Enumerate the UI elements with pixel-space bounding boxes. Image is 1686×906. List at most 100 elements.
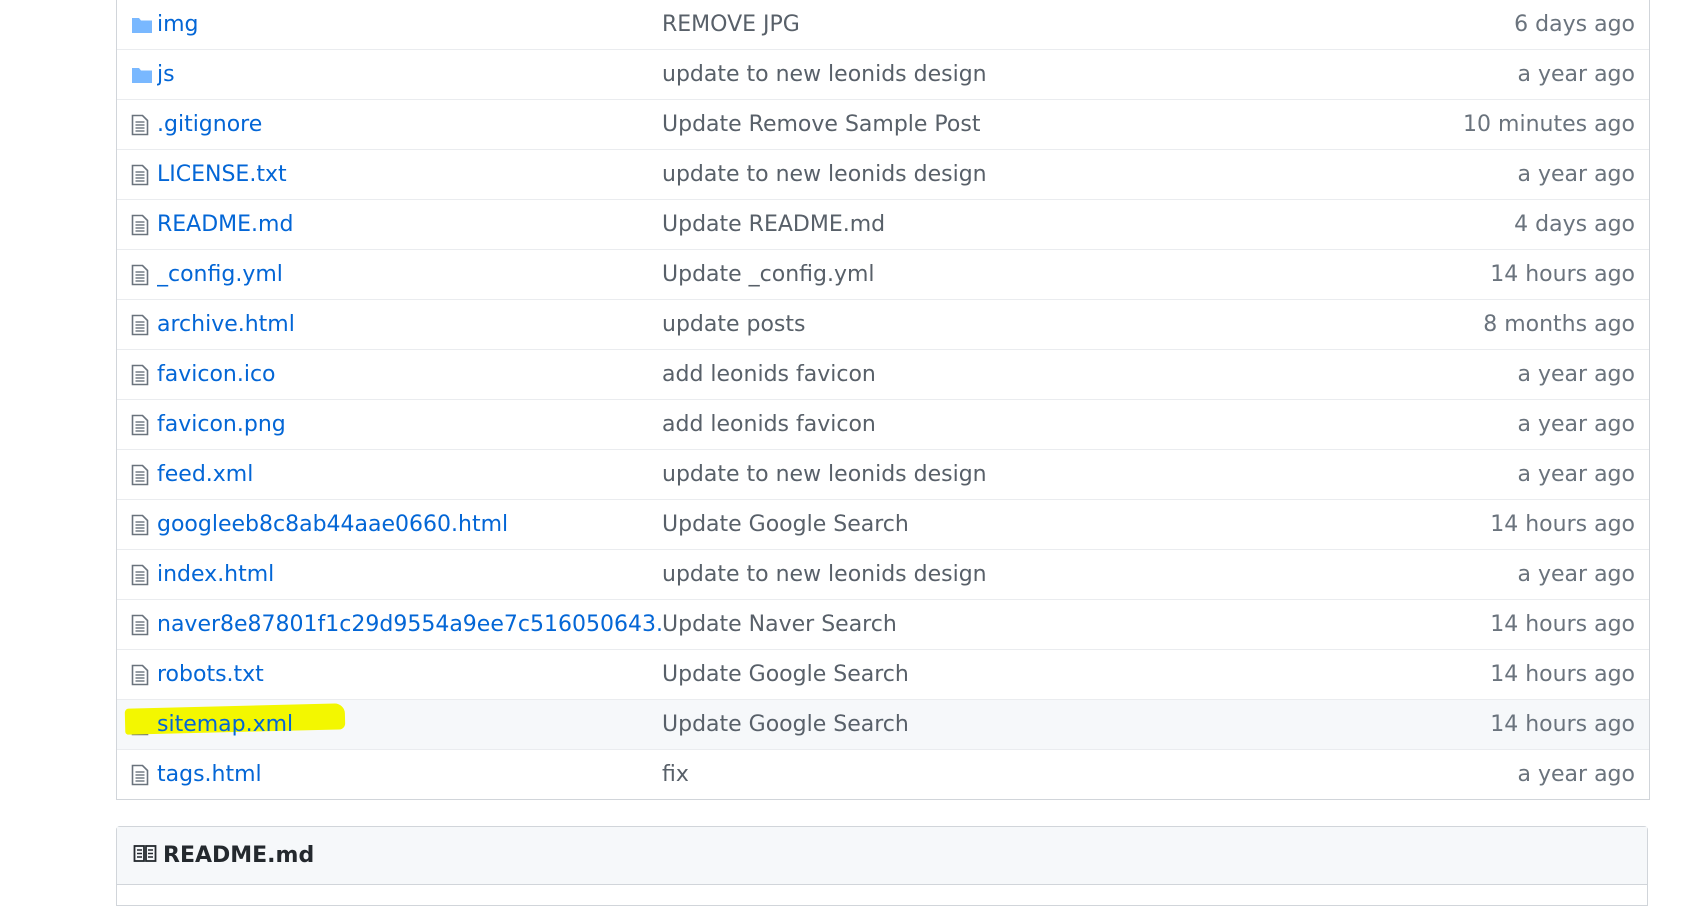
file-name-cell: _config.yml	[157, 262, 662, 287]
file-icon	[117, 500, 157, 549]
commit-age: 14 hours ago	[1490, 712, 1635, 737]
commit-age: 4 days ago	[1514, 212, 1635, 237]
commit-message-cell: update to new leonids design	[662, 62, 1362, 87]
commit-message-link[interactable]: fix	[662, 762, 689, 787]
file-icon	[117, 650, 157, 699]
commit-message-link[interactable]: Update Google Search	[662, 712, 909, 737]
commit-message-cell: fix	[662, 762, 1362, 787]
file-name-link[interactable]: _config.yml	[157, 262, 283, 287]
commit-message-link[interactable]: Update Naver Search	[662, 612, 897, 637]
file-row[interactable]: naver8e87801f1c29d9554a9ee7c516050643.ht…	[117, 599, 1649, 649]
file-name-link[interactable]: .gitignore	[157, 112, 262, 137]
file-name-cell: favicon.ico	[157, 362, 662, 387]
file-name-link[interactable]: LICENSE.txt	[157, 162, 287, 187]
commit-message-cell: Update _config.yml	[662, 262, 1362, 287]
file-row[interactable]: index.html update to new leonids design a …	[117, 549, 1649, 599]
commit-age: a year ago	[1517, 412, 1635, 437]
file-name-cell: robots.txt	[157, 662, 662, 687]
book-icon	[133, 844, 163, 868]
commit-message-link[interactable]: add leonids favicon	[662, 412, 876, 437]
readme-header: README.md	[117, 827, 1647, 885]
file-name-link[interactable]: naver8e87801f1c29d9554a9ee7c516050643.ht…	[157, 612, 662, 637]
file-name-cell: feed.xml	[157, 462, 662, 487]
commit-message-link[interactable]: Update _config.yml	[662, 262, 875, 287]
file-row[interactable]: favicon.png add leonids favicon a year ago	[117, 399, 1649, 449]
commit-message-cell: add leonids favicon	[662, 412, 1362, 437]
file-icon	[117, 600, 157, 649]
file-icon	[117, 550, 157, 599]
file-row[interactable]: LICENSE.txt update to new leonids design a…	[117, 149, 1649, 199]
file-row[interactable]: sitemap.xml Update Google Search 14 hours …	[117, 699, 1649, 749]
commit-age: a year ago	[1517, 562, 1635, 587]
file-name-link[interactable]: archive.html	[157, 312, 295, 337]
commit-age: 14 hours ago	[1490, 662, 1635, 687]
folder-icon	[117, 0, 157, 49]
file-name-link[interactable]: googleeb8c8ab44aae0660.html	[157, 512, 508, 537]
file-name-link[interactable]: favicon.png	[157, 412, 286, 437]
commit-message-link[interactable]: update to new leonids design	[662, 62, 987, 87]
file-icon	[117, 400, 157, 449]
file-name-link[interactable]: js	[157, 62, 175, 87]
commit-age: a year ago	[1517, 762, 1635, 787]
file-name-cell: favicon.png	[157, 412, 662, 437]
readme-panel: README.md	[116, 826, 1648, 906]
commit-message-link[interactable]: update to new leonids design	[662, 462, 987, 487]
file-row[interactable]: img REMOVE JPG 6 days ago	[117, 0, 1649, 49]
commit-message-cell: update to new leonids design	[662, 462, 1362, 487]
file-row[interactable]: googleeb8c8ab44aae0660.html Update Google…	[117, 499, 1649, 549]
commit-age: 8 months ago	[1483, 312, 1635, 337]
file-name-cell: README.md	[157, 212, 662, 237]
file-name-link[interactable]: tags.html	[157, 762, 262, 787]
file-name-link[interactable]: README.md	[157, 212, 293, 237]
commit-message-link[interactable]: Update Google Search	[662, 512, 909, 537]
file-icon	[117, 450, 157, 499]
file-name-link[interactable]: feed.xml	[157, 462, 253, 487]
file-name-cell: archive.html	[157, 312, 662, 337]
commit-message-link[interactable]: Update Remove Sample Post	[662, 112, 980, 137]
file-name-link[interactable]: favicon.ico	[157, 362, 276, 387]
file-name-link[interactable]: sitemap.xml	[157, 712, 293, 737]
file-icon	[117, 200, 157, 249]
commit-message-cell: Update Google Search	[662, 662, 1362, 687]
commit-age: a year ago	[1517, 362, 1635, 387]
commit-age: a year ago	[1517, 162, 1635, 187]
file-name-cell: tags.html	[157, 762, 662, 787]
file-icon	[117, 350, 157, 399]
file-name-cell: sitemap.xml	[157, 712, 662, 737]
commit-message-link[interactable]: Update Google Search	[662, 662, 909, 687]
commit-age: a year ago	[1517, 62, 1635, 87]
commit-message-link[interactable]: update posts	[662, 312, 805, 337]
file-icon	[117, 750, 157, 799]
commit-age: 14 hours ago	[1490, 262, 1635, 287]
commit-message-link[interactable]: update to new leonids design	[662, 162, 987, 187]
file-icon	[117, 100, 157, 149]
file-row[interactable]: js update to new leonids design a year ago	[117, 49, 1649, 99]
folder-icon	[117, 50, 157, 99]
file-name-cell: LICENSE.txt	[157, 162, 662, 187]
file-row[interactable]: favicon.ico add leonids favicon a year ago	[117, 349, 1649, 399]
file-row[interactable]: robots.txt Update Google Search 14 hours a…	[117, 649, 1649, 699]
readme-title[interactable]: README.md	[163, 843, 314, 868]
file-row[interactable]: README.md Update README.md 4 days ago	[117, 199, 1649, 249]
file-icon	[117, 250, 157, 299]
file-row[interactable]: feed.xml update to new leonids design a ye…	[117, 449, 1649, 499]
file-list-table: img REMOVE JPG 6 days ago js update to new l…	[116, 0, 1650, 800]
commit-message-link[interactable]: update to new leonids design	[662, 562, 987, 587]
commit-message-cell: Update Google Search	[662, 712, 1362, 737]
commit-message-link[interactable]: REMOVE JPG	[662, 12, 800, 37]
file-name-cell: img	[157, 12, 662, 37]
file-icon	[117, 150, 157, 199]
commit-message-cell: update posts	[662, 312, 1362, 337]
file-name-cell: index.html	[157, 562, 662, 587]
commit-age: 14 hours ago	[1490, 512, 1635, 537]
commit-message-link[interactable]: add leonids favicon	[662, 362, 876, 387]
commit-message-link[interactable]: Update README.md	[662, 212, 885, 237]
commit-age: 10 minutes ago	[1463, 112, 1635, 137]
file-row[interactable]: archive.html update posts 8 months ago	[117, 299, 1649, 349]
file-name-link[interactable]: img	[157, 12, 199, 37]
file-row[interactable]: _config.yml Update _config.yml 14 hours ag…	[117, 249, 1649, 299]
file-name-link[interactable]: robots.txt	[157, 662, 264, 687]
file-name-link[interactable]: index.html	[157, 562, 274, 587]
file-row[interactable]: .gitignore Update Remove Sample Post 10 mi…	[117, 99, 1649, 149]
file-row[interactable]: tags.html fix a year ago	[117, 749, 1649, 799]
